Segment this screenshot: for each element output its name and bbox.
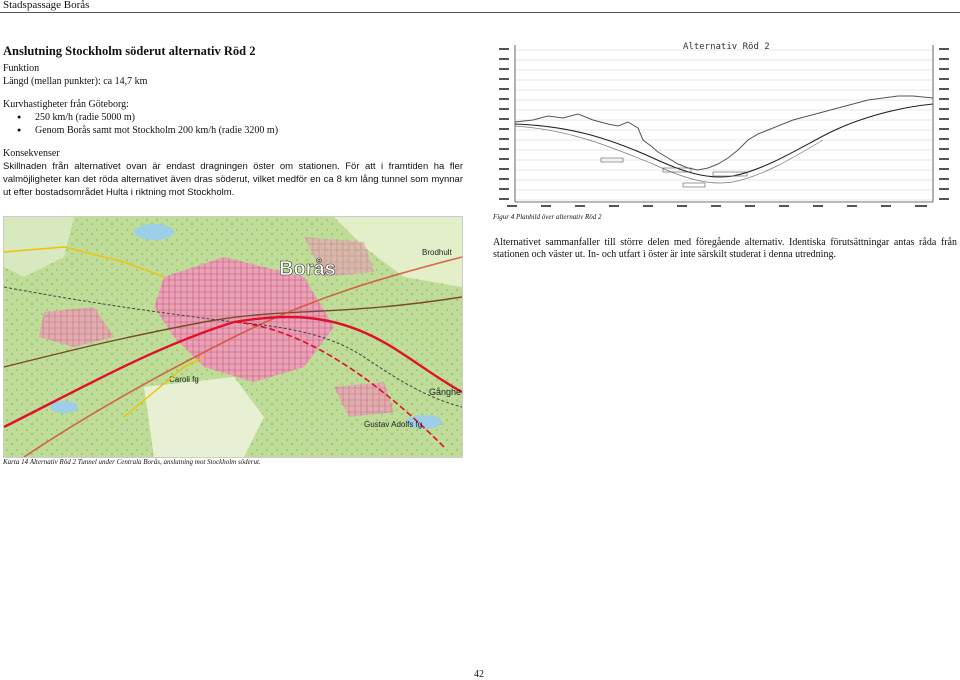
konsekvenser-label: Konsekvenser	[3, 148, 60, 159]
map-label-city: Borås	[279, 257, 336, 280]
right-paragraph: Alternativet sammanfaller till större de…	[493, 237, 957, 260]
konsekvenser-line1: Skillnaden från alternativet ovan är end…	[3, 161, 340, 172]
speed-item: 250 km/h (radie 5000 m)	[17, 111, 463, 124]
header-rule	[0, 12, 960, 13]
profile-graphic: Alternativ Röd 2	[493, 40, 955, 210]
speeds-label: Kurvhastigheter från Göteborg:	[3, 99, 129, 110]
map-caption: Karta 14 Alternativ Röd 2 Tunnel under C…	[3, 458, 261, 466]
section-heading: Anslutning Stockholm söderut alternativ …	[3, 44, 256, 58]
funktion-label: Funktion	[3, 63, 40, 74]
profile-figure: Alternativ Röd 2	[493, 40, 955, 210]
speed-item: Genom Borås samt mot Stockholm 200 km/h …	[17, 124, 463, 137]
page-header: Stadspassage Borås	[0, 0, 960, 13]
speed-list: 250 km/h (radie 5000 m) Genom Borås samt…	[3, 111, 463, 137]
length-line: Längd (mellan punkter): ca 14,7 km	[3, 76, 148, 87]
konsekvenser-text: Skillnaden från alternativet ovan är end…	[3, 160, 463, 199]
profile-caption: Figur 4 Planbild över alternativ Röd 2	[493, 213, 602, 221]
profile-title: Alternativ Röd 2	[683, 42, 770, 52]
text-column: Anslutning Stockholm söderut alternativ …	[3, 44, 463, 199]
page-number: 42	[474, 669, 484, 680]
map-label-brodhult: Brodhult	[422, 248, 453, 257]
route-map: Borås Brodhult Gustav Adolfs fg Gånghe C…	[3, 216, 463, 458]
header-title: Stadspassage Borås	[3, 0, 90, 11]
map-graphic: Borås Brodhult Gustav Adolfs fg Gånghe C…	[4, 217, 462, 457]
map-label-gustav: Gustav Adolfs fg	[364, 420, 422, 429]
map-label-gangha: Gånghe	[429, 387, 461, 397]
